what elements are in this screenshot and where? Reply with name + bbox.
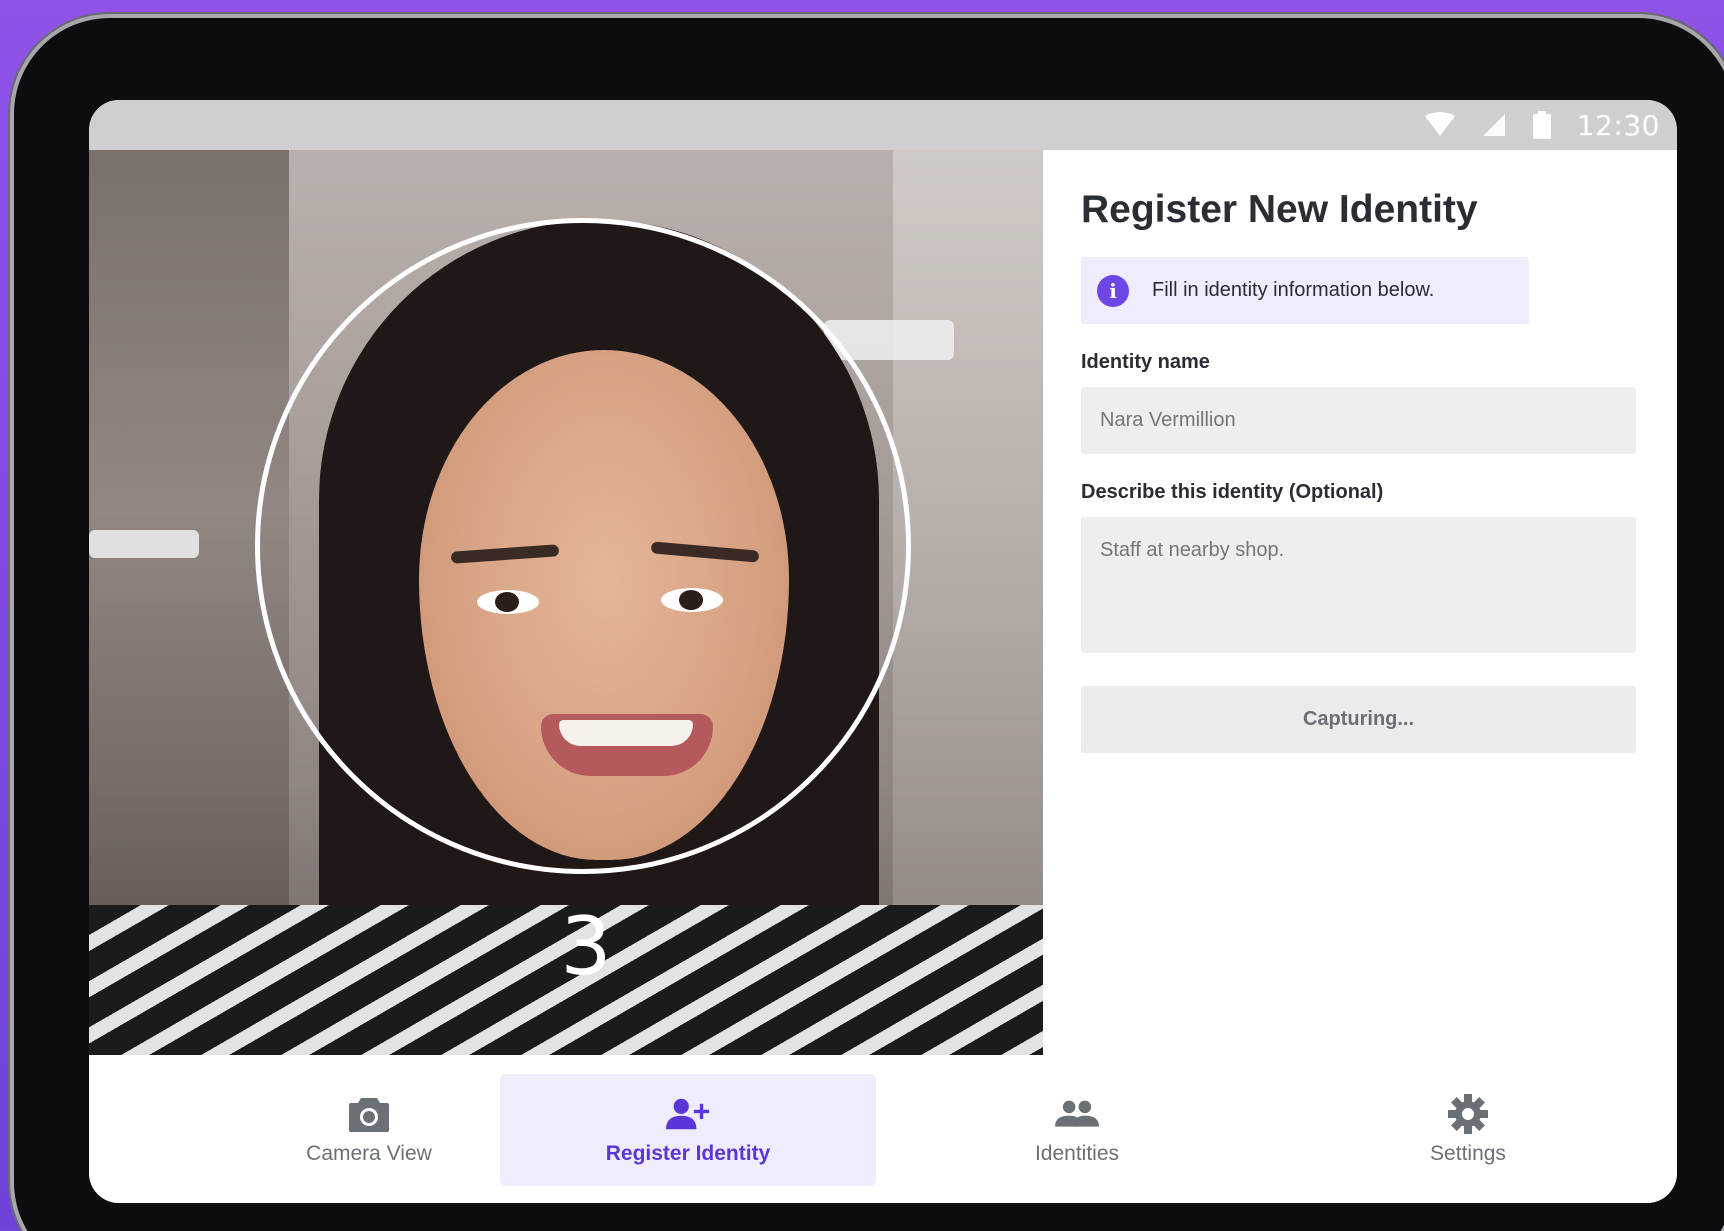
camera-preview: 3 bbox=[89, 150, 1043, 1055]
face-guide-circle bbox=[255, 218, 911, 874]
battery-icon bbox=[1532, 111, 1551, 139]
page-title: Register New Identity bbox=[1081, 188, 1478, 231]
nav-label: Settings bbox=[1430, 1142, 1506, 1165]
info-text: Fill in identity information below. bbox=[1152, 279, 1435, 301]
identity-name-input[interactable] bbox=[1081, 387, 1636, 454]
description-textarea[interactable] bbox=[1081, 517, 1636, 653]
person-add-icon bbox=[666, 1098, 710, 1130]
info-banner: i Fill in identity information below. bbox=[1081, 257, 1529, 324]
gear-icon bbox=[1448, 1094, 1488, 1134]
nav-label: Camera View bbox=[306, 1142, 432, 1165]
app-screen: 12:30 3 Register New Identity i Fill in … bbox=[89, 100, 1677, 1203]
people-icon bbox=[1055, 1100, 1099, 1127]
identity-name-label: Identity name bbox=[1081, 351, 1210, 373]
capture-countdown: 3 bbox=[560, 900, 612, 993]
ceiling-light bbox=[89, 530, 199, 558]
capture-button[interactable]: Capturing... bbox=[1081, 686, 1636, 753]
nav-identities[interactable]: Identities bbox=[889, 1074, 1265, 1186]
nav-label: Register Identity bbox=[605, 1142, 771, 1165]
register-form-panel: Register New Identity i Fill in identity… bbox=[1043, 150, 1677, 1055]
tablet-frame: 12:30 3 Register New Identity i Fill in … bbox=[14, 18, 1724, 1231]
status-time: 12:30 bbox=[1576, 108, 1660, 142]
cell-signal-icon bbox=[1482, 114, 1505, 136]
camera-icon bbox=[349, 1098, 389, 1132]
nav-label: Identities bbox=[1034, 1142, 1120, 1165]
nav-settings[interactable]: Settings bbox=[1280, 1074, 1656, 1186]
status-bar: 12:30 bbox=[89, 100, 1677, 150]
info-icon: i bbox=[1097, 274, 1129, 307]
wifi-icon bbox=[1424, 112, 1455, 136]
description-label: Describe this identity (Optional) bbox=[1081, 481, 1384, 503]
nav-register-identity[interactable]: Register Identity bbox=[500, 1074, 876, 1186]
bottom-nav: Camera View Register Identity Identities bbox=[89, 1055, 1677, 1203]
